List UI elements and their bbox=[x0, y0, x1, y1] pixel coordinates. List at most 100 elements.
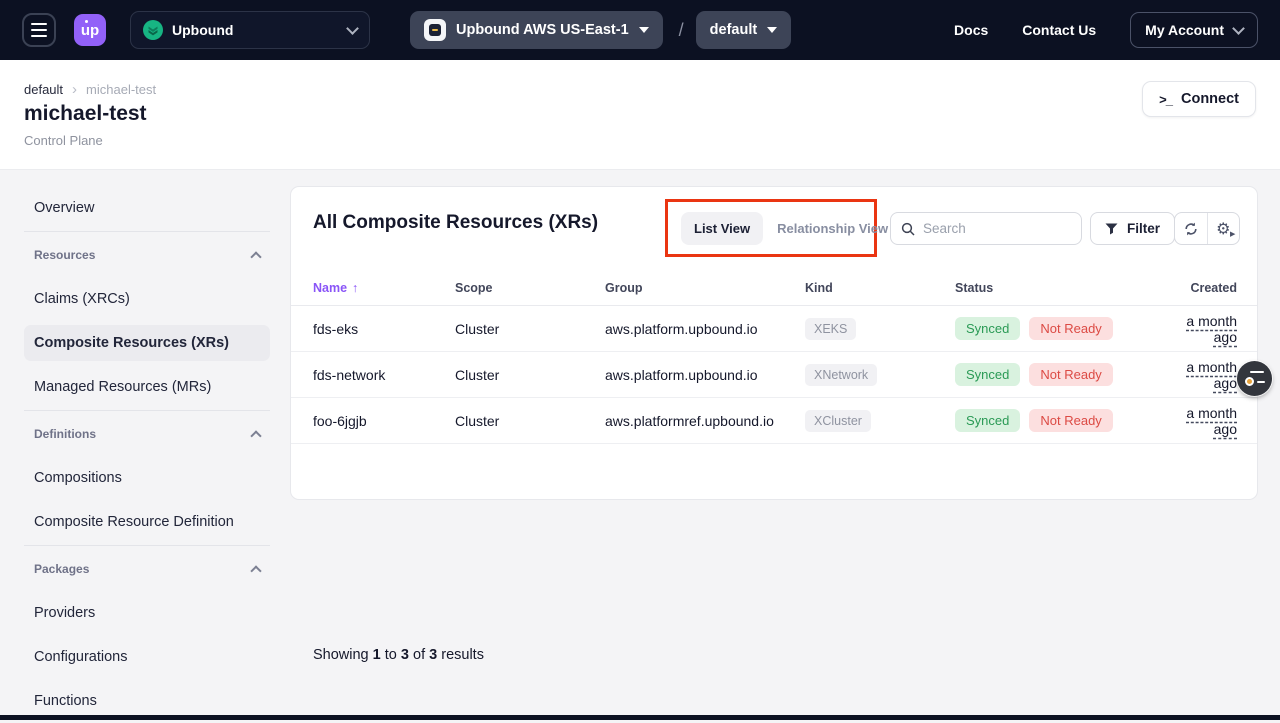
breadcrumb-current: michael-test bbox=[86, 82, 156, 97]
caret-down-icon bbox=[767, 27, 777, 33]
created-timestamp[interactable]: a month ago bbox=[1186, 313, 1237, 345]
my-account-button[interactable]: My Account bbox=[1130, 12, 1258, 48]
sidebar-divider bbox=[24, 410, 270, 411]
breadcrumb-parent[interactable]: default bbox=[24, 82, 63, 97]
summary-text: Showing bbox=[313, 647, 369, 663]
cell-name[interactable]: fds-eks bbox=[313, 321, 455, 337]
connect-button[interactable]: >_ Connect bbox=[1142, 81, 1256, 117]
sidebar: Overview Resources Claims (XRCs) Composi… bbox=[24, 186, 270, 723]
table-results-summary: Showing 1 to 3 of 3 results bbox=[313, 647, 484, 663]
created-timestamp[interactable]: a month ago bbox=[1186, 359, 1237, 391]
list-icon bbox=[1250, 371, 1264, 373]
control-plane-name: Upbound AWS US-East-1 bbox=[456, 22, 629, 38]
sidebar-item-composite-resource-definition[interactable]: Composite Resource Definition bbox=[24, 500, 270, 544]
breadcrumb-separator-icon: › bbox=[72, 81, 77, 98]
kind-badge: XNetwork bbox=[805, 364, 877, 386]
cell-scope: Cluster bbox=[455, 367, 605, 383]
cell-name[interactable]: foo-6jgjb bbox=[313, 413, 455, 429]
annotation-highlight-box: List View Relationship View bbox=[665, 199, 877, 257]
cell-scope: Cluster bbox=[455, 321, 605, 337]
kind-badge: XEKS bbox=[805, 318, 856, 340]
caret-down-icon bbox=[639, 27, 649, 33]
sidebar-item-compositions[interactable]: Compositions bbox=[24, 456, 270, 500]
chevron-up-icon bbox=[250, 251, 261, 262]
page-subtitle: Control Plane bbox=[24, 133, 103, 148]
table-row[interactable]: fds-network Cluster aws.platform.upbound… bbox=[291, 352, 1257, 398]
table-actions-group: ⚙▶ bbox=[1174, 212, 1240, 245]
table-row[interactable]: foo-6jgjb Cluster aws.platformref.upboun… bbox=[291, 398, 1257, 444]
cell-group: aws.platformref.upbound.io bbox=[605, 413, 805, 429]
control-plane-selector[interactable]: Upbound AWS US-East-1 bbox=[410, 11, 663, 49]
sidebar-item-providers[interactable]: Providers bbox=[24, 591, 270, 635]
search-input[interactable] bbox=[923, 221, 1053, 236]
path-separator: / bbox=[679, 20, 684, 41]
organization-icon bbox=[143, 20, 163, 40]
table-header-row: Name ↑ Scope Group Kind Status Created bbox=[291, 271, 1257, 306]
search-icon bbox=[901, 222, 915, 236]
chevron-up-icon bbox=[250, 430, 261, 441]
sidebar-item-configurations[interactable]: Configurations bbox=[24, 635, 270, 679]
upbound-logo[interactable]: up bbox=[74, 14, 106, 46]
cell-name[interactable]: fds-network bbox=[313, 367, 455, 383]
cell-group: aws.platform.upbound.io bbox=[605, 367, 805, 383]
connect-label: Connect bbox=[1181, 91, 1239, 107]
status-badge-synced: Synced bbox=[955, 363, 1020, 386]
section-label: Resources bbox=[34, 248, 95, 262]
sidebar-section-definitions[interactable]: Definitions bbox=[24, 412, 270, 456]
organization-selector[interactable]: Upbound bbox=[130, 11, 370, 49]
sidebar-divider bbox=[24, 545, 270, 546]
feedback-widget-button[interactable] bbox=[1237, 361, 1272, 396]
auto-refresh-settings-button[interactable]: ⚙▶ bbox=[1207, 213, 1240, 244]
status-badge-synced: Synced bbox=[955, 409, 1020, 432]
terminal-icon: >_ bbox=[1159, 92, 1172, 107]
contact-us-link[interactable]: Contact Us bbox=[1022, 22, 1096, 38]
composite-resources-panel: All Composite Resources (XRs) List View … bbox=[290, 186, 1258, 500]
column-header-scope[interactable]: Scope bbox=[455, 281, 605, 295]
search-box bbox=[890, 212, 1082, 245]
refresh-button[interactable] bbox=[1175, 213, 1207, 244]
filter-label: Filter bbox=[1127, 221, 1160, 236]
docs-link[interactable]: Docs bbox=[954, 22, 988, 38]
group-selector[interactable]: default bbox=[696, 11, 792, 49]
column-header-created[interactable]: Created bbox=[1160, 281, 1237, 295]
status-badge-not-ready: Not Ready bbox=[1029, 317, 1112, 340]
organization-name: Upbound bbox=[172, 22, 233, 38]
page-title: michael-test bbox=[24, 102, 147, 126]
sidebar-section-resources[interactable]: Resources bbox=[24, 233, 270, 277]
sidebar-item-claims[interactable]: Claims (XRCs) bbox=[24, 277, 270, 321]
sidebar-item-managed-resources[interactable]: Managed Resources (MRs) bbox=[24, 365, 270, 409]
sidebar-divider bbox=[24, 231, 270, 232]
column-header-name[interactable]: Name ↑ bbox=[313, 281, 455, 295]
section-label: Definitions bbox=[34, 427, 96, 441]
table-row[interactable]: fds-eks Cluster aws.platform.upbound.io … bbox=[291, 306, 1257, 352]
tab-relationship-view[interactable]: Relationship View bbox=[777, 221, 888, 236]
top-navbar: up Upbound Upbound AWS US-East-1 / defau… bbox=[0, 0, 1280, 60]
status-badge-not-ready: Not Ready bbox=[1029, 363, 1112, 386]
section-label: Packages bbox=[34, 562, 89, 576]
bottom-edge-strip bbox=[0, 715, 1280, 720]
tab-list-view[interactable]: List View bbox=[681, 212, 763, 245]
column-header-kind[interactable]: Kind bbox=[805, 281, 955, 295]
sidebar-section-packages[interactable]: Packages bbox=[24, 547, 270, 591]
summary-text: of bbox=[413, 647, 425, 663]
page-header: default › michael-test michael-test Cont… bbox=[0, 60, 1280, 170]
hamburger-menu-icon[interactable] bbox=[22, 13, 56, 47]
breadcrumb: default › michael-test bbox=[24, 81, 156, 98]
group-name: default bbox=[710, 22, 758, 38]
cell-scope: Cluster bbox=[455, 413, 605, 429]
sidebar-item-composite-resources[interactable]: Composite Resources (XRs) bbox=[24, 325, 270, 361]
panel-title: All Composite Resources (XRs) bbox=[313, 212, 598, 234]
filter-button[interactable]: Filter bbox=[1090, 212, 1175, 245]
column-header-group[interactable]: Group bbox=[605, 281, 805, 295]
summary-from: 1 bbox=[373, 647, 381, 663]
record-dot-icon bbox=[1245, 377, 1254, 386]
status-badge-synced: Synced bbox=[955, 317, 1020, 340]
column-header-status[interactable]: Status bbox=[955, 281, 1160, 295]
gear-play-icon: ⚙▶ bbox=[1216, 221, 1230, 237]
refresh-icon bbox=[1183, 221, 1199, 237]
summary-text: results bbox=[441, 647, 484, 663]
sidebar-item-overview[interactable]: Overview bbox=[24, 186, 270, 230]
control-plane-icon bbox=[424, 19, 446, 41]
summary-to: 3 bbox=[401, 647, 409, 663]
created-timestamp[interactable]: a month ago bbox=[1186, 405, 1237, 437]
